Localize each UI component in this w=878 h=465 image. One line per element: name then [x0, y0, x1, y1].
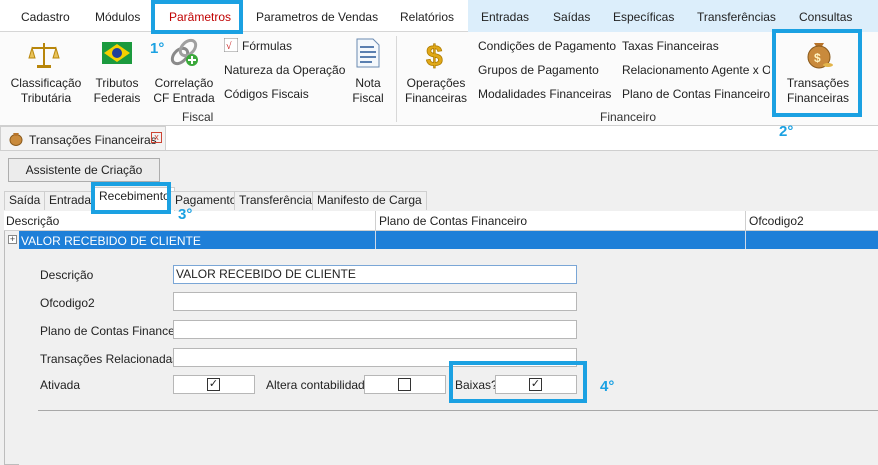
grid-header: Descrição Plano de Contas Financeiro Ofc… — [4, 211, 878, 231]
nota-label-1: Nota — [355, 76, 381, 90]
tab-saida[interactable]: Saída — [4, 191, 46, 210]
relacionamento-agente-button[interactable]: Relacionamento Agente x O — [622, 63, 770, 77]
menu-modulos[interactable]: Módulos — [95, 10, 140, 24]
descricao-label: Descrição — [40, 268, 94, 282]
altera-contabilidade-label: Altera contabilidade — [266, 378, 372, 392]
column-descricao[interactable]: Descrição — [6, 214, 59, 228]
expand-row-icon[interactable]: + — [8, 235, 17, 244]
classificacao-tributaria-button[interactable]: Classificação Tributária — [6, 76, 86, 106]
plano-contas-button[interactable]: Plano de Contas Financeiro — [622, 87, 770, 101]
tab-manifesto-carga[interactable]: Manifesto de Carga — [312, 191, 427, 210]
column-ofcodigo2[interactable]: Ofcodigo2 — [749, 214, 804, 228]
codigos-fiscais-button[interactable]: Códigos Fiscais — [224, 87, 309, 101]
step-1-number: 1° — [150, 40, 165, 57]
ativada-label: Ativada — [40, 378, 81, 392]
modalidades-financeiras-button[interactable]: Modalidades Financeiras — [478, 87, 611, 101]
svg-text:$: $ — [426, 40, 443, 70]
step-2-number: 2° — [779, 123, 794, 140]
classificacao-label-1: Classificação — [10, 76, 82, 90]
operacoes-label-2: Financeiras — [404, 91, 468, 105]
menu-parametros-vendas[interactable]: Parametros de Vendas — [256, 10, 378, 24]
dollar-icon: $ — [426, 40, 444, 70]
plano-contas-label: Plano de Contas Financeiro — [40, 324, 189, 338]
classificacao-label-2: Tributária — [20, 91, 72, 105]
highlight-baixas — [449, 361, 587, 403]
correlacao-label-1: Correlação — [154, 76, 214, 90]
column-plano-contas[interactable]: Plano de Contas Financeiro — [379, 214, 527, 228]
grupos-pagamento-button[interactable]: Grupos de Pagamento — [478, 63, 599, 77]
step-3-number: 3° — [178, 206, 193, 223]
descricao-field[interactable]: VALOR RECEBIDO DE CLIENTE — [173, 265, 577, 284]
svg-text:√: √ — [226, 41, 232, 52]
ofcodigo2-field[interactable] — [173, 292, 577, 311]
money-bag-small-icon — [9, 133, 23, 146]
row-descricao: VALOR RECEBIDO DE CLIENTE — [21, 234, 201, 248]
correlacao-cf-entrada-button[interactable]: Correlação CF Entrada — [152, 76, 216, 106]
brazil-flag-icon — [102, 42, 132, 64]
tributos-label-1: Tributos — [95, 76, 139, 90]
highlight-parametros — [151, 0, 243, 34]
plano-contas-field[interactable] — [173, 320, 577, 339]
tributos-label-2: Federais — [93, 91, 141, 105]
nota-label-2: Fiscal — [352, 91, 384, 105]
tributos-federais-button[interactable]: Tributos Federais — [88, 76, 146, 106]
assistente-criacao-button[interactable]: Assistente de Criação — [8, 158, 160, 182]
formulas-button[interactable]: Fórmulas — [242, 39, 292, 53]
column-separator — [375, 211, 376, 231]
menu-transferencias[interactable]: Transferências — [697, 10, 776, 24]
natureza-operacao-button[interactable]: Natureza da Operação — [224, 63, 345, 77]
menu-cadastro[interactable]: Cadastro — [21, 10, 70, 24]
highlight-recebimento — [91, 182, 171, 214]
operacoes-financeiras-button[interactable]: Operações Financeiras — [402, 76, 470, 106]
menu-consultas[interactable]: Consultas — [799, 10, 852, 24]
close-icon[interactable]: x — [151, 132, 162, 143]
financeiro-group-label: Financeiro — [600, 110, 657, 124]
step-4-number: 4° — [600, 378, 615, 395]
ofcodigo2-label: Ofcodigo2 — [40, 296, 95, 310]
tab-entrada[interactable]: Entrada — [44, 191, 97, 210]
menu-especificas[interactable]: Específicas — [613, 10, 674, 24]
chain-link-icon — [170, 38, 198, 66]
menu-relatorios[interactable]: Relatórios — [400, 10, 454, 24]
row-cell-separator — [375, 231, 376, 249]
operacoes-label-1: Operações — [406, 76, 466, 90]
row-cell-separator — [745, 231, 746, 249]
tab-transferencia[interactable]: Transferência — [234, 191, 317, 210]
correlacao-label-2: CF Entrada — [153, 91, 215, 105]
ribbon: Classificação Tributária Tributos Federa… — [0, 32, 878, 126]
document-tab[interactable]: Transações Financeiras x — [0, 126, 166, 150]
formula-icon: √ — [224, 38, 238, 52]
ribbon-separator — [396, 36, 397, 122]
transacoes-relacionadas-label: Transações Relacionadas — [40, 352, 179, 366]
ativada-checkbox[interactable]: ✓ — [207, 378, 220, 391]
scale-icon — [28, 43, 60, 68]
document-icon — [356, 38, 380, 68]
fiscal-group-label: Fiscal — [182, 110, 214, 124]
taxas-financeiras-button[interactable]: Taxas Financeiras — [622, 39, 719, 53]
nota-fiscal-button[interactable]: Nota Fiscal — [346, 76, 390, 106]
divider — [38, 410, 878, 411]
document-tab-label: Transações Financeiras — [29, 133, 157, 147]
highlight-transacoes — [772, 29, 862, 117]
menu-saidas[interactable]: Saídas — [553, 10, 590, 24]
menu-entradas[interactable]: Entradas — [481, 10, 529, 24]
condicoes-pagamento-button[interactable]: Condições de Pagamento — [478, 39, 616, 53]
altera-contabilidade-checkbox[interactable] — [398, 378, 411, 391]
column-separator — [745, 211, 746, 231]
